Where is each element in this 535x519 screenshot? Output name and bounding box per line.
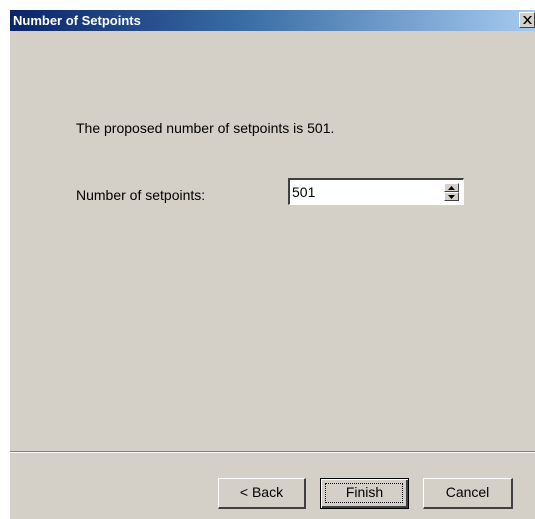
- finish-button[interactable]: Finish: [320, 478, 409, 509]
- spin-buttons: [444, 183, 459, 201]
- arrow-down-icon: [448, 195, 455, 199]
- close-button[interactable]: [519, 12, 535, 28]
- dialog-title: Number of Setpoints: [13, 13, 141, 28]
- button-separator: [10, 451, 535, 453]
- finish-button-label: Finish: [345, 484, 384, 500]
- spin-down-button[interactable]: [444, 192, 459, 201]
- setpoints-spinner[interactable]: [288, 178, 464, 205]
- spin-up-button[interactable]: [444, 183, 459, 192]
- back-button[interactable]: < Back: [218, 478, 306, 509]
- proposed-setpoints-message: The proposed number of setpoints is 501.: [76, 120, 335, 136]
- setpoints-dialog: Number of Setpoints The proposed number …: [10, 10, 535, 519]
- cancel-button[interactable]: Cancel: [423, 478, 513, 509]
- setpoints-input[interactable]: [292, 184, 432, 200]
- arrow-up-icon: [448, 186, 455, 190]
- setpoints-label: Number of setpoints:: [76, 187, 206, 203]
- title-bar[interactable]: Number of Setpoints: [10, 10, 535, 31]
- close-icon: [523, 16, 532, 24]
